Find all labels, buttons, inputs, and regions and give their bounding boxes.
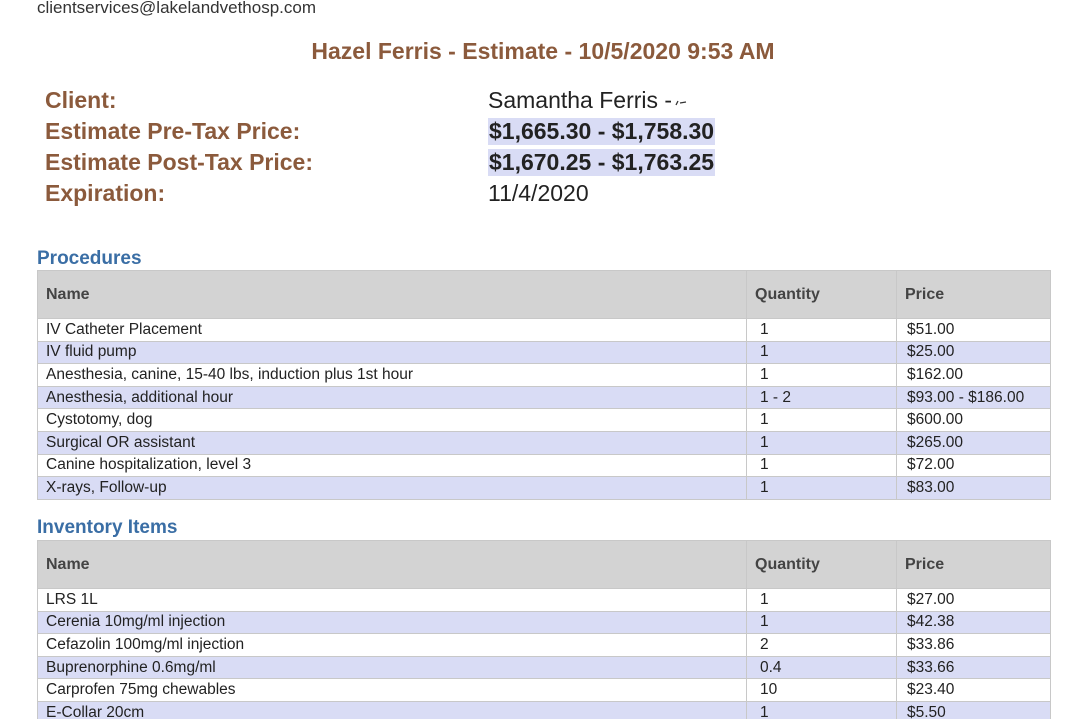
item-name: Anesthesia, additional hour	[37, 385, 747, 410]
table-row: IV Catheter Placement 1 $51.00	[37, 318, 1051, 342]
table-row: X-rays, Follow-up 1 $83.00	[37, 476, 1051, 500]
summary-row-pretax: Estimate Pre-Tax Price: $1,665.30 - $1,7…	[45, 118, 945, 149]
item-name: Cefazolin 100mg/ml injection	[37, 633, 747, 657]
item-quantity: 1	[746, 700, 897, 719]
posttax-label: Estimate Post-Tax Price:	[45, 149, 314, 175]
table-row: Anesthesia, canine, 15-40 lbs, induction…	[37, 363, 1051, 387]
item-quantity: 1	[746, 476, 897, 500]
inventory-table: Name Quantity Price LRS 1L 1 $27.00 Cere…	[37, 540, 1051, 719]
procedures-section-title: Procedures	[37, 248, 142, 269]
item-price: $42.38	[896, 610, 1051, 635]
expiration-value: 11/4/2020	[488, 180, 589, 206]
table-row: Canine hospitalization, level 3 1 $72.00	[37, 453, 1051, 478]
pretax-label: Estimate Pre-Tax Price:	[45, 118, 301, 144]
item-name: Carprofen 75mg chewables	[37, 678, 747, 702]
item-name: Cystotomy, dog	[37, 408, 747, 432]
client-value: Samantha Ferris -	[488, 87, 694, 114]
item-quantity: 1	[746, 363, 897, 387]
item-price: $5.50	[896, 700, 1051, 719]
summary-row-expiration: Expiration: 11/4/2020	[45, 180, 945, 211]
table-row: Cefazolin 100mg/ml injection 2 $33.86	[37, 633, 1051, 657]
item-name: Canine hospitalization, level 3	[37, 453, 747, 478]
inventory-header-row: Name Quantity Price	[37, 540, 1051, 589]
column-header-quantity: Quantity	[746, 540, 897, 589]
item-price: $83.00	[896, 476, 1051, 500]
summary-row-client: Client: Samantha Ferris -	[45, 87, 945, 118]
item-name: Buprenorphine 0.6mg/ml	[37, 655, 747, 680]
column-header-price: Price	[896, 270, 1051, 319]
item-name: IV Catheter Placement	[37, 318, 747, 342]
item-price: $23.40	[896, 678, 1051, 702]
client-services-email[interactable]: clientservices@lakelandvethosp.com	[37, 0, 316, 18]
item-quantity: 1	[746, 430, 897, 455]
item-price: $265.00	[896, 430, 1051, 455]
table-row: LRS 1L 1 $27.00	[37, 588, 1051, 612]
procedures-table: Name Quantity Price IV Catheter Placemen…	[37, 270, 1051, 500]
item-quantity: 2	[746, 633, 897, 657]
item-price: $162.00	[896, 363, 1051, 387]
client-label: Client:	[45, 87, 117, 113]
item-name: Anesthesia, canine, 15-40 lbs, induction…	[37, 363, 747, 387]
item-name: Cerenia 10mg/ml injection	[37, 610, 747, 635]
redaction-scribble	[675, 100, 687, 106]
item-price: $93.00 - $186.00	[896, 385, 1051, 410]
column-header-price: Price	[896, 540, 1051, 589]
table-row: Cystotomy, dog 1 $600.00	[37, 408, 1051, 432]
posttax-value: $1,670.25 - $1,763.25	[488, 149, 716, 176]
procedures-header-row: Name Quantity Price	[37, 270, 1051, 319]
item-price: $600.00	[896, 408, 1051, 432]
table-row: Carprofen 75mg chewables 10 $23.40	[37, 678, 1051, 702]
item-quantity: 1	[746, 408, 897, 432]
item-quantity: 1	[746, 610, 897, 635]
pretax-value: $1,665.30 - $1,758.30	[488, 118, 716, 145]
item-name: IV fluid pump	[37, 340, 747, 365]
item-quantity: 10	[746, 678, 897, 702]
expiration-label: Expiration:	[45, 180, 166, 206]
item-price: $27.00	[896, 588, 1051, 612]
table-row: Surgical OR assistant 1 $265.00	[37, 430, 1051, 455]
summary-row-posttax: Estimate Post-Tax Price: $1,670.25 - $1,…	[45, 149, 945, 180]
table-row: Cerenia 10mg/ml injection 1 $42.38	[37, 610, 1051, 635]
column-header-name: Name	[37, 540, 747, 589]
column-header-quantity: Quantity	[746, 270, 897, 319]
item-quantity: 1	[746, 453, 897, 478]
inventory-section-title: Inventory Items	[37, 517, 178, 538]
item-name: Surgical OR assistant	[37, 430, 747, 455]
item-quantity: 0.4	[746, 655, 897, 680]
item-quantity: 1	[746, 318, 897, 342]
item-quantity: 1	[746, 588, 897, 612]
item-name: X-rays, Follow-up	[37, 476, 747, 500]
client-name: Samantha Ferris -	[488, 87, 673, 113]
item-quantity: 1 - 2	[746, 385, 897, 410]
estimate-page: clientservices@lakelandvethosp.com Hazel…	[0, 0, 1080, 719]
item-quantity: 1	[746, 340, 897, 365]
table-row: IV fluid pump 1 $25.00	[37, 340, 1051, 365]
item-price: $51.00	[896, 318, 1051, 342]
item-name: E-Collar 20cm	[37, 700, 747, 719]
item-price: $33.66	[896, 655, 1051, 680]
table-row: Buprenorphine 0.6mg/ml 0.4 $33.66	[37, 655, 1051, 680]
column-header-name: Name	[37, 270, 747, 319]
item-price: $33.86	[896, 633, 1051, 657]
item-price: $25.00	[896, 340, 1051, 365]
estimate-title: Hazel Ferris - Estimate - 10/5/2020 9:53…	[311, 38, 775, 64]
table-row: Anesthesia, additional hour 1 - 2 $93.00…	[37, 385, 1051, 410]
item-price: $72.00	[896, 453, 1051, 478]
item-name: LRS 1L	[37, 588, 747, 612]
table-row: E-Collar 20cm 1 $5.50	[37, 700, 1051, 719]
estimate-summary: Client: Samantha Ferris - Estimate Pre-T…	[45, 87, 945, 211]
